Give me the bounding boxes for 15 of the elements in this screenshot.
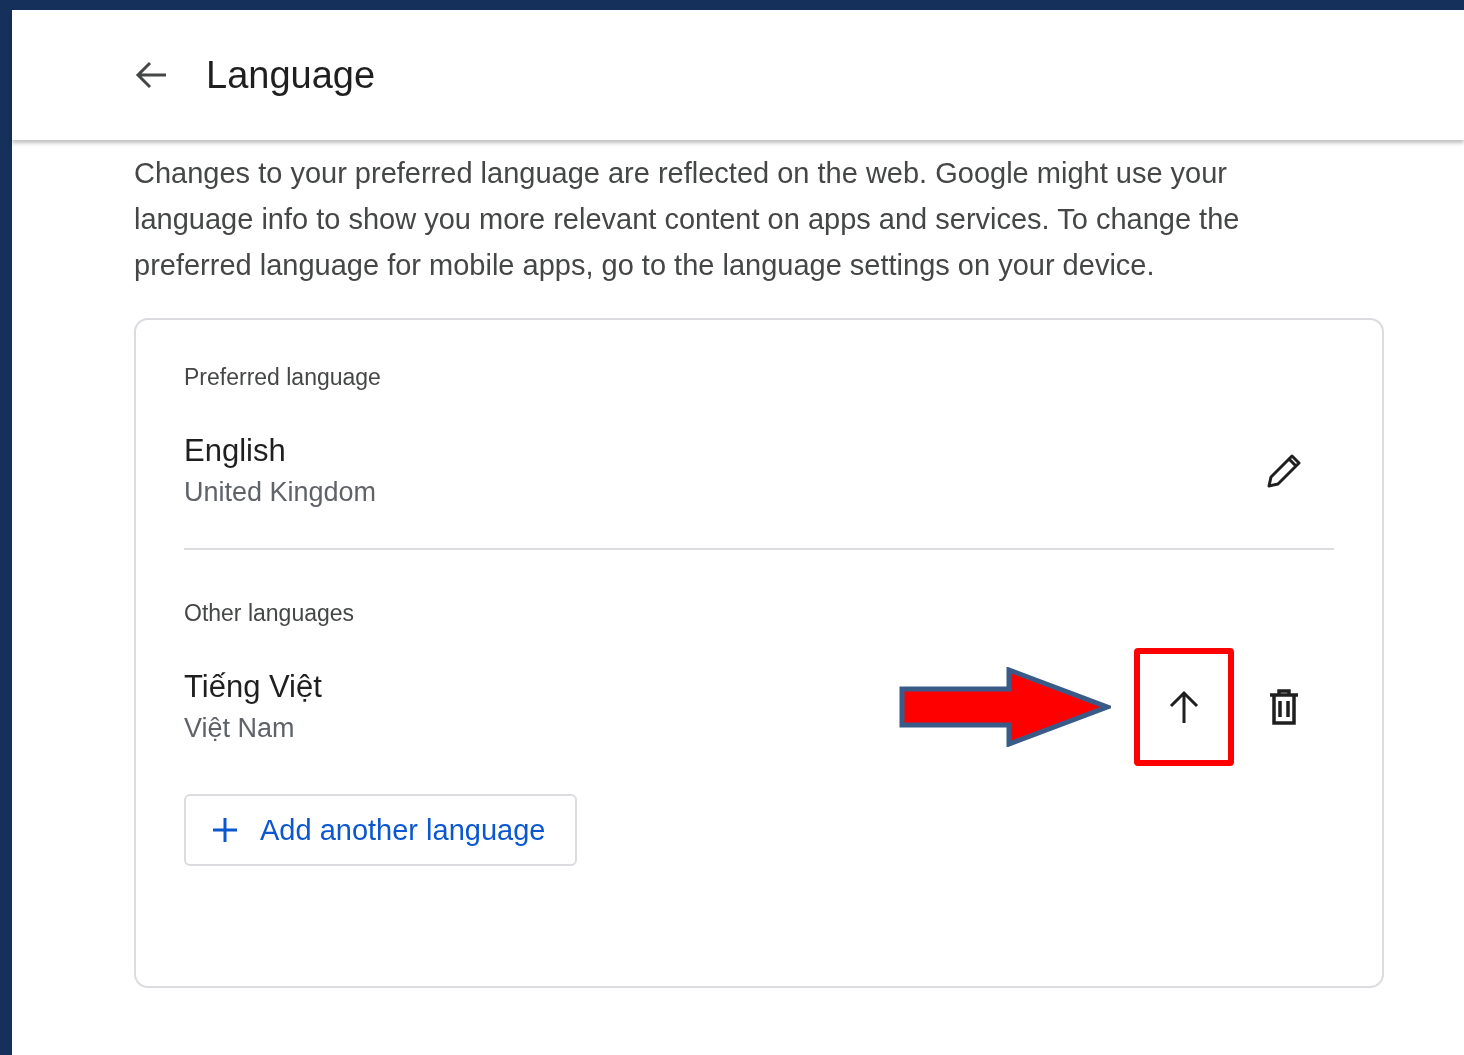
language-name: English [184,433,287,469]
trash-icon [1268,687,1300,726]
add-language-button[interactable]: Add another language [184,794,578,866]
section-label: Other languages [184,600,356,627]
page-title: Language [206,53,376,97]
section-label: Preferred language [184,364,382,391]
language-name: Tiếng Việt [184,669,322,705]
plus-icon [212,817,238,843]
language-region: Việt Nam [184,713,296,744]
back-button[interactable] [134,60,168,90]
move-up-button[interactable] [1134,647,1234,766]
description-text: Changes to your preferred language are reflected on the web. Google might use your language info to show you more relevant content on apps and services. To change the preferred language for mobile apps, go to the language settings on your device. [134,156,1241,283]
back-arrow-icon [134,60,168,90]
up-arrow-icon [1168,689,1200,724]
language-region: United Kingdom [184,477,377,508]
